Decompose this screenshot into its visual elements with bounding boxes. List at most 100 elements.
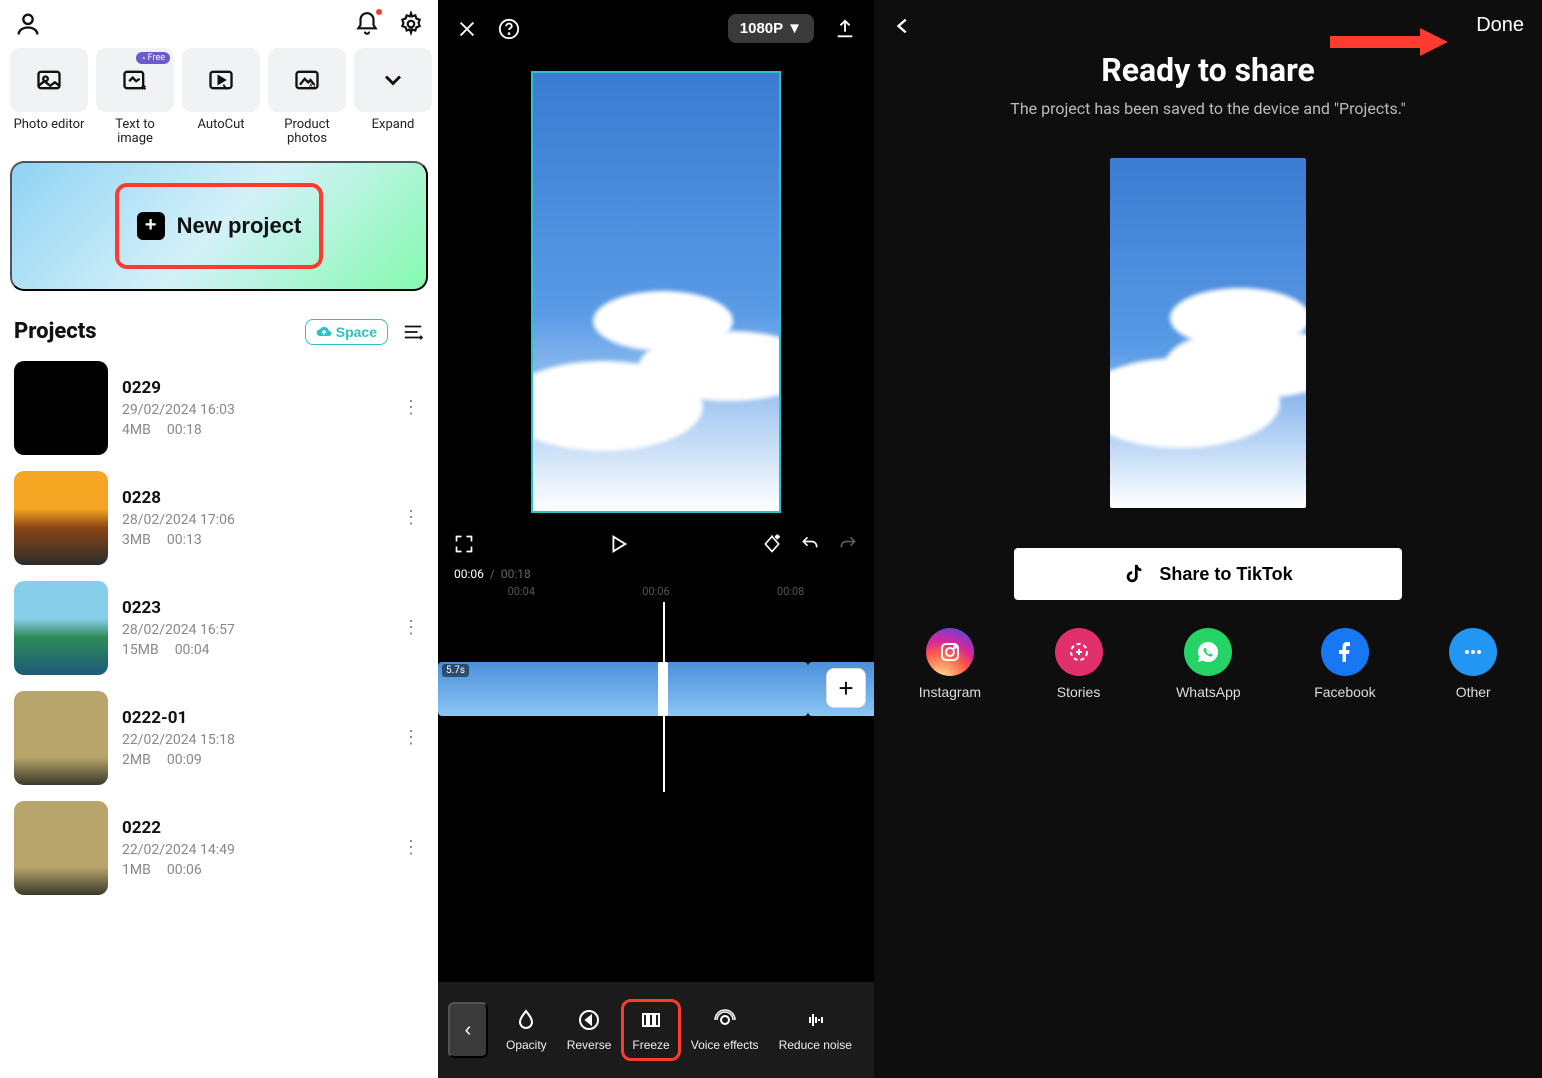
timeline[interactable]: 5.7s + [438,602,874,752]
tiktok-icon [1123,563,1145,585]
keyframe-icon[interactable]: + [762,534,782,554]
home-panel: Photo editorFreeText to imageAutoCutAIPr… [0,0,438,1078]
cloud-space-button[interactable]: Space [305,319,388,345]
project-item[interactable]: 0222-01 22/02/2024 15:18 2MB 00:09 ⋮ [0,683,438,793]
notifications-icon[interactable] [354,11,380,37]
project-size: 2MB [122,752,151,768]
resolution-button[interactable]: 1080P ▼ [728,14,814,43]
annotation-arrow [1330,24,1450,60]
whatsapp-icon [1184,628,1232,676]
play-icon[interactable] [607,533,629,555]
project-date: 29/02/2024 16:03 [122,402,384,418]
project-item[interactable]: 0228 28/02/2024 17:06 3MB00:13 ⋮ [0,463,438,573]
done-button[interactable]: Done [1476,14,1524,37]
timeline-clip[interactable] [438,662,808,716]
project-thumbnail [14,801,108,895]
project-more-icon[interactable]: ⋮ [398,833,424,862]
add-clip-button[interactable]: + [826,668,866,708]
project-item[interactable]: 0223 28/02/2024 16:57 15MB 00:04 ⋮ [0,573,438,683]
chevron-down-icon: ▼ [787,20,802,37]
share-tiktok-button[interactable]: Share to TikTok [1014,548,1402,600]
project-size: 15MB [122,642,159,658]
new-project-button[interactable]: + New project [10,161,428,291]
project-more-icon[interactable]: ⋮ [398,723,424,752]
opacity-icon [514,1008,538,1032]
timeline-ticks: 00:0400:0600:08 [438,585,874,602]
fullscreen-icon[interactable] [454,534,474,554]
project-date: 28/02/2024 17:06 [122,512,384,528]
toolbar-back-icon[interactable]: ‹ [448,1002,488,1058]
tool-product-photos[interactable]: AIProduct photos [268,48,346,147]
project-more-icon[interactable]: ⋮ [398,613,424,642]
project-name: 0222-01 [122,708,384,728]
svg-text:+: + [775,534,779,541]
other-icon [1449,628,1497,676]
settings-icon[interactable] [398,11,424,37]
effects-toolbar: ‹ OpacityReverseFreezeVoice effectsReduc… [438,982,874,1078]
project-date: 28/02/2024 16:57 [122,622,384,638]
project-date: 22/02/2024 15:18 [122,732,384,748]
share-stories[interactable]: Stories [1055,628,1103,700]
close-icon[interactable] [456,18,478,40]
projects-heading: Projects [14,319,97,344]
project-date: 22/02/2024 14:49 [122,842,384,858]
share-panel: Done Ready to share The project has been… [874,0,1542,1078]
tool-photo-editor[interactable]: Photo editor [10,48,88,147]
project-duration: 00:18 [167,422,202,438]
freeze-icon [639,1008,663,1032]
project-more-icon[interactable]: ⋮ [398,393,424,422]
redo-icon[interactable] [838,534,858,554]
project-size: 4MB [122,422,151,438]
project-duration: 00:06 [167,862,202,878]
clip-duration-tag: 5.7s [442,664,469,677]
profile-icon[interactable] [14,10,42,38]
project-name: 0228 [122,488,384,508]
project-thumbnail [14,691,108,785]
tool-expand[interactable]: Expand [354,48,432,147]
project-name: 0222 [122,818,384,838]
reduce-noise-icon [803,1008,827,1032]
fx-freeze[interactable]: Freeze [621,999,680,1061]
stories-icon [1055,628,1103,676]
fx-reverse[interactable]: Reverse [557,1008,622,1052]
playhead[interactable] [663,602,665,792]
video-preview[interactable] [438,57,874,527]
project-item[interactable]: 0222 22/02/2024 14:49 1MB00:06 ⋮ [0,793,438,903]
back-icon[interactable] [892,15,914,37]
share-targets: Instagram Stories WhatsApp Facebook Other [874,600,1542,700]
share-title: Ready to share [1101,51,1315,89]
project-more-icon[interactable]: ⋮ [398,503,424,532]
project-list[interactable]: 0229 29/02/2024 16:03 4MB 00:18 ⋮ 0228 28… [0,353,438,1078]
project-item[interactable]: 0229 29/02/2024 16:03 4MB 00:18 ⋮ [0,353,438,463]
share-subtitle: The project has been saved to the device… [1000,99,1415,118]
svg-text:AI: AI [308,81,316,91]
fx-opacity[interactable]: Opacity [496,1008,557,1052]
share-facebook[interactable]: Facebook [1314,628,1375,700]
sort-icon[interactable] [402,321,424,343]
voice-effects-icon [713,1008,737,1032]
share-whatsapp[interactable]: WhatsApp [1176,628,1241,700]
project-duration: 00:09 [167,752,202,768]
export-icon[interactable] [834,18,856,40]
project-duration: 00:04 [175,642,210,658]
project-name: 0223 [122,598,384,618]
help-icon[interactable] [498,18,520,40]
export-thumbnail [1110,158,1306,508]
tool-autocut[interactable]: AutoCut [182,48,260,147]
fx-reduce-noise[interactable]: Reduce noise [769,1008,862,1052]
tools-row: Photo editorFreeText to imageAutoCutAIPr… [0,44,438,147]
share-other[interactable]: Other [1449,628,1497,700]
fx-voice-effects[interactable]: Voice effects [681,1008,769,1052]
tool-text-to-image[interactable]: FreeText to image [96,48,174,147]
project-duration: 00:13 [167,532,202,548]
instagram-icon [926,628,974,676]
project-name: 0229 [122,378,384,398]
editor-panel: 1080P ▼ + [438,0,874,1078]
home-header [0,0,438,44]
project-thumbnail [14,361,108,455]
share-instagram[interactable]: Instagram [919,628,981,700]
project-thumbnail [14,471,108,565]
undo-icon[interactable] [800,534,820,554]
facebook-icon [1321,628,1369,676]
timeline-time: 00:06 / 00:18 [438,561,874,585]
